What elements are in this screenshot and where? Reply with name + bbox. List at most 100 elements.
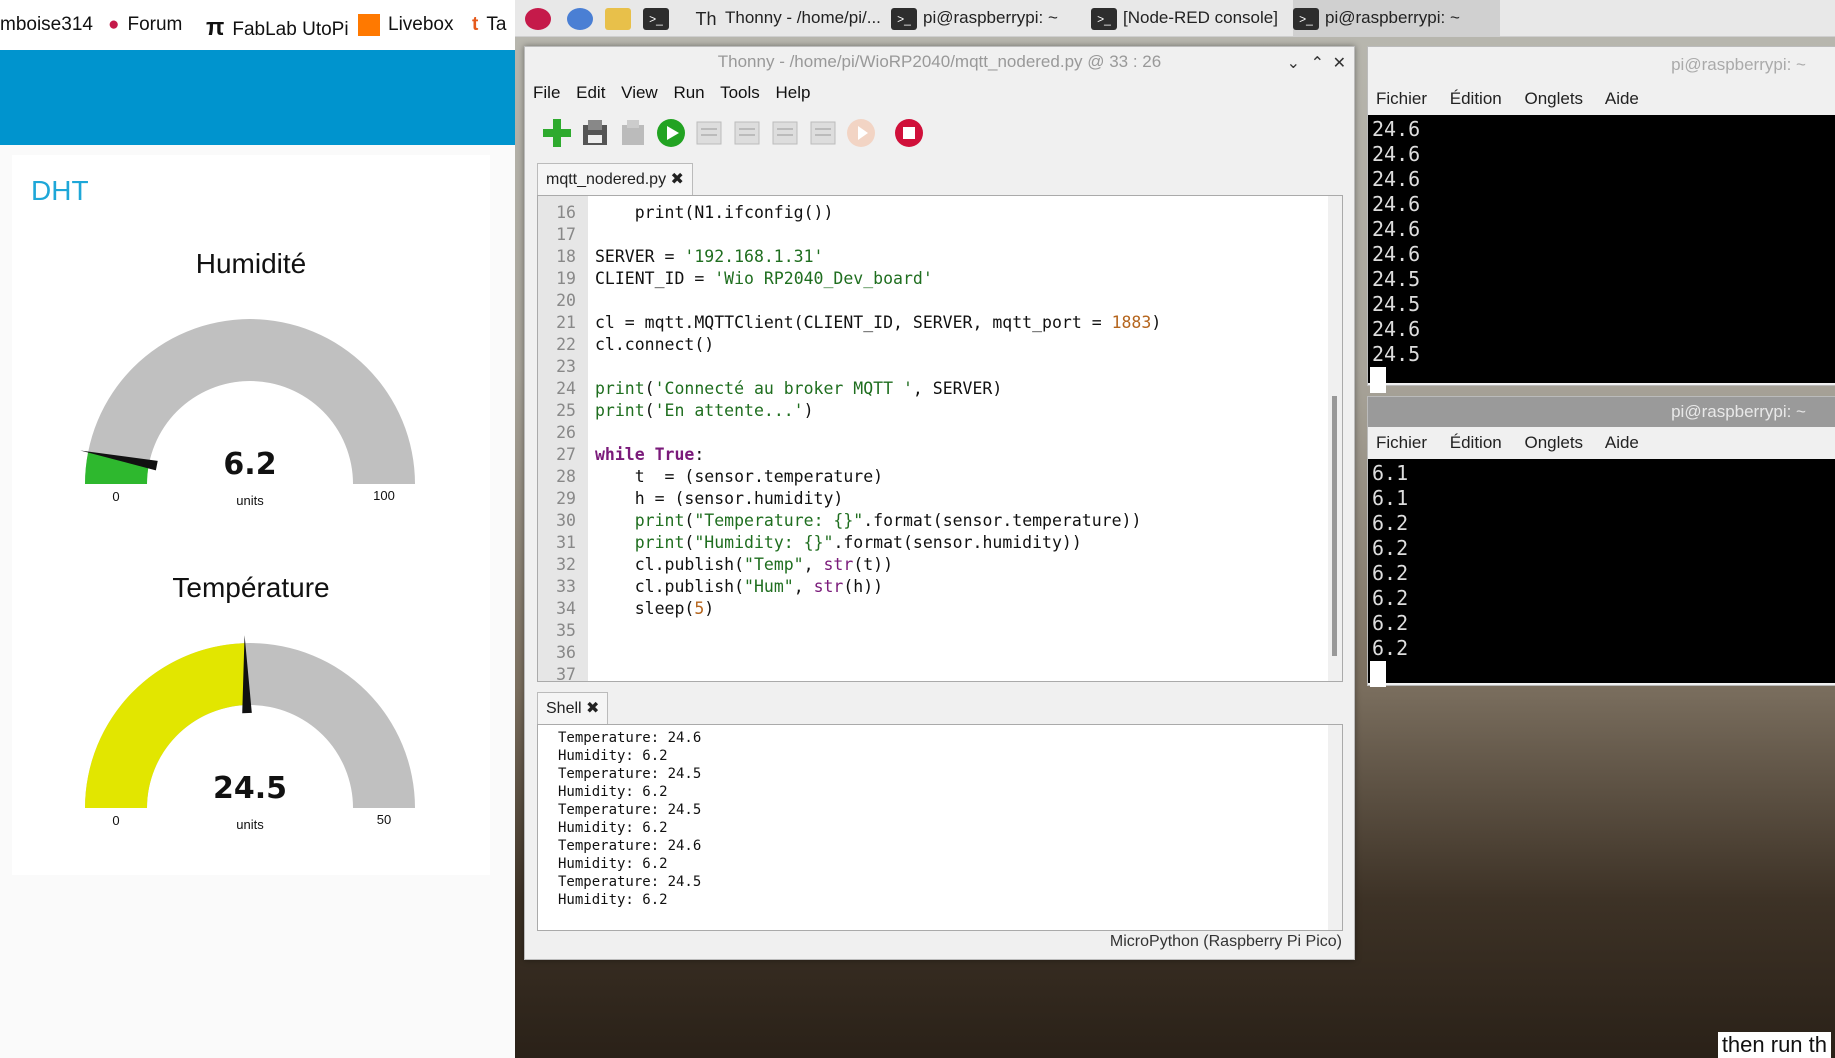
minimize-icon[interactable]: ⌄: [1287, 53, 1300, 72]
temperature-min: 0: [112, 813, 120, 828]
close-icon[interactable]: ✕: [1333, 53, 1346, 72]
taskbar-terminal-1[interactable]: >_ pi@raspberrypi: ~: [891, 0, 1058, 36]
line-number: 24: [556, 379, 576, 398]
code-line[interactable]: cl.connect(): [595, 334, 714, 356]
menu-aide[interactable]: Aide: [1605, 89, 1639, 108]
line-number: 34: [556, 599, 576, 618]
resume-icon[interactable]: [845, 117, 877, 149]
terminal-line: 6.2: [1372, 636, 1409, 660]
taskbar-node-red-console[interactable]: >_ [Node-RED console]: [1091, 0, 1278, 36]
menu-fichier[interactable]: Fichier: [1376, 433, 1427, 452]
code-line[interactable]: print('En attente...'): [595, 400, 814, 422]
menu-tools[interactable]: Tools: [720, 83, 760, 102]
thonny-window: Thonny - /home/pi/WioRP2040/mqtt_nodered…: [524, 46, 1355, 960]
taskbar: >_ Th Thonny - /home/pi/... >_ pi@raspberr…: [515, 0, 1835, 37]
menu-edit[interactable]: Edit: [576, 83, 605, 102]
save-icon[interactable]: [617, 117, 649, 149]
menu-aide[interactable]: Aide: [1605, 433, 1639, 452]
menu-view[interactable]: View: [621, 83, 658, 102]
taskbar-label: [Node-RED console]: [1123, 8, 1278, 27]
line-number: 28: [556, 467, 576, 486]
line-number: 22: [556, 335, 576, 354]
code-line[interactable]: print('Connecté au broker MQTT ', SERVER…: [595, 378, 1002, 400]
code-line[interactable]: h = (sensor.humidity): [595, 488, 844, 510]
code-line[interactable]: cl = mqtt.MQTTClient(CLIENT_ID, SERVER, …: [595, 312, 1161, 334]
line-number: 21: [556, 313, 576, 332]
code-line[interactable]: cl.publish("Hum", str(h)): [595, 576, 883, 598]
tab-shell[interactable]: Shell ✖: [537, 692, 609, 725]
terminal-line: 24.6: [1372, 167, 1421, 191]
menu-help[interactable]: Help: [775, 83, 810, 102]
thonny-titlebar: Thonny - /home/pi/WioRP2040/mqtt_nodered…: [717, 52, 1162, 71]
code-line[interactable]: print("Temperature: {}".format(sensor.te…: [595, 510, 1142, 532]
step-into-icon[interactable]: [769, 117, 801, 149]
taskbar-thonny[interactable]: Th Thonny - /home/pi/...: [693, 0, 880, 36]
code-line[interactable]: print(N1.ifconfig()): [595, 202, 834, 224]
menu-run[interactable]: Run: [673, 83, 704, 102]
menu-edition[interactable]: Édition: [1450, 89, 1502, 108]
shell-output[interactable]: Temperature: 24.6 Humidity: 6.2 Temperatur…: [538, 725, 1328, 930]
shell-line: Humidity: 6.2: [558, 784, 668, 800]
tab-mqtt-nodered[interactable]: mqtt_nodered.py ✖: [537, 163, 693, 196]
bookmark-ta[interactable]: t Ta: [472, 14, 506, 36]
code-line[interactable]: print("Humidity: {}".format(sensor.humid…: [595, 532, 1082, 554]
bookmark-livebox[interactable]: Livebox: [358, 14, 454, 36]
taskbar-label: pi@raspberrypi: ~: [1325, 8, 1460, 27]
terminal-2-menubar: Fichier Édition Onglets Aide: [1368, 427, 1835, 459]
menu-fichier[interactable]: Fichier: [1376, 89, 1427, 108]
code-line[interactable]: t = (sensor.temperature): [595, 466, 883, 488]
editor-scroll-thumb[interactable]: [1332, 396, 1337, 656]
maximize-icon[interactable]: ⌃: [1311, 53, 1324, 72]
run-icon[interactable]: [655, 117, 687, 149]
menu-onglets[interactable]: Onglets: [1524, 433, 1583, 452]
bookmark-fablab[interactable]: π FabLab UtoPi: [206, 14, 349, 42]
close-tab-icon[interactable]: ✖: [586, 700, 599, 717]
new-file-icon[interactable]: [541, 117, 573, 149]
interpreter-status[interactable]: MicroPython (Raspberry Pi Pico): [1110, 933, 1342, 951]
code-line[interactable]: CLIENT_ID = 'Wio RP2040_Dev_board': [595, 268, 933, 290]
shell-line: Temperature: 24.6: [558, 730, 702, 746]
temperature-value: 24.5: [212, 771, 288, 806]
line-number: 19: [556, 269, 576, 288]
line-number: 37: [556, 665, 576, 681]
code-line[interactable]: sleep(5): [595, 598, 714, 620]
raspberry-menu-button[interactable]: [525, 0, 557, 36]
close-tab-icon[interactable]: ✖: [671, 171, 684, 188]
line-number: 25: [556, 401, 576, 420]
humidity-max: 100: [373, 488, 395, 503]
code-line[interactable]: while True:: [595, 444, 704, 466]
shell-panel[interactable]: Temperature: 24.6 Humidity: 6.2 Temperatur…: [537, 724, 1343, 931]
bookmark-mboise314[interactable]: mboise314: [0, 14, 93, 36]
line-number: 32: [556, 555, 576, 574]
orange-icon: [358, 14, 380, 36]
menu-onglets[interactable]: Onglets: [1524, 89, 1583, 108]
file-manager-launcher[interactable]: [605, 0, 637, 36]
shell-scrollbar[interactable]: [1328, 725, 1342, 930]
code-line[interactable]: SERVER = '192.168.1.31': [595, 246, 823, 268]
terminal-1-output[interactable]: 24.6 24.6 24.6 24.6 24.6 24.6 24.5 24.5 24.6 24.5: [1368, 115, 1835, 393]
bookmark-forum[interactable]: ● Forum: [108, 14, 182, 36]
code-area[interactable]: 16 print(N1.ifconfig()) 17 18 SERVER = '192…: [538, 196, 1328, 681]
temperature-units: units: [236, 817, 264, 832]
code-editor[interactable]: 16 print(N1.ifconfig()) 17 18 SERVER = '192…: [537, 195, 1343, 682]
browser-launcher[interactable]: [567, 0, 599, 36]
temperature-gauge-title: Température: [172, 572, 330, 603]
editor-scrollbar[interactable]: [1328, 196, 1342, 681]
terminal-icon: >_: [891, 7, 917, 30]
terminal-2-output[interactable]: 6.1 6.1 6.2 6.2 6.2 6.2 6.2 6.2: [1368, 459, 1835, 687]
step-over-icon[interactable]: [731, 117, 763, 149]
terminal-line: 6.2: [1372, 611, 1409, 635]
bookmark-label: Ta: [486, 14, 507, 35]
taskbar-terminal-2[interactable]: >_ pi@raspberrypi: ~: [1293, 0, 1500, 36]
step-out-icon[interactable]: [807, 117, 839, 149]
stop-icon[interactable]: [893, 117, 925, 149]
bookmark-label: mboise314: [0, 14, 93, 35]
shell-line: Humidity: 6.2: [558, 892, 668, 908]
open-file-icon[interactable]: [579, 117, 611, 149]
menu-file[interactable]: File: [533, 83, 560, 102]
code-line[interactable]: cl.publish("Temp", str(t)): [595, 554, 893, 576]
debug-icon[interactable]: [693, 117, 725, 149]
menu-edition[interactable]: Édition: [1450, 433, 1502, 452]
tab-label: Shell: [546, 700, 582, 717]
terminal-launcher[interactable]: >_: [643, 0, 675, 36]
